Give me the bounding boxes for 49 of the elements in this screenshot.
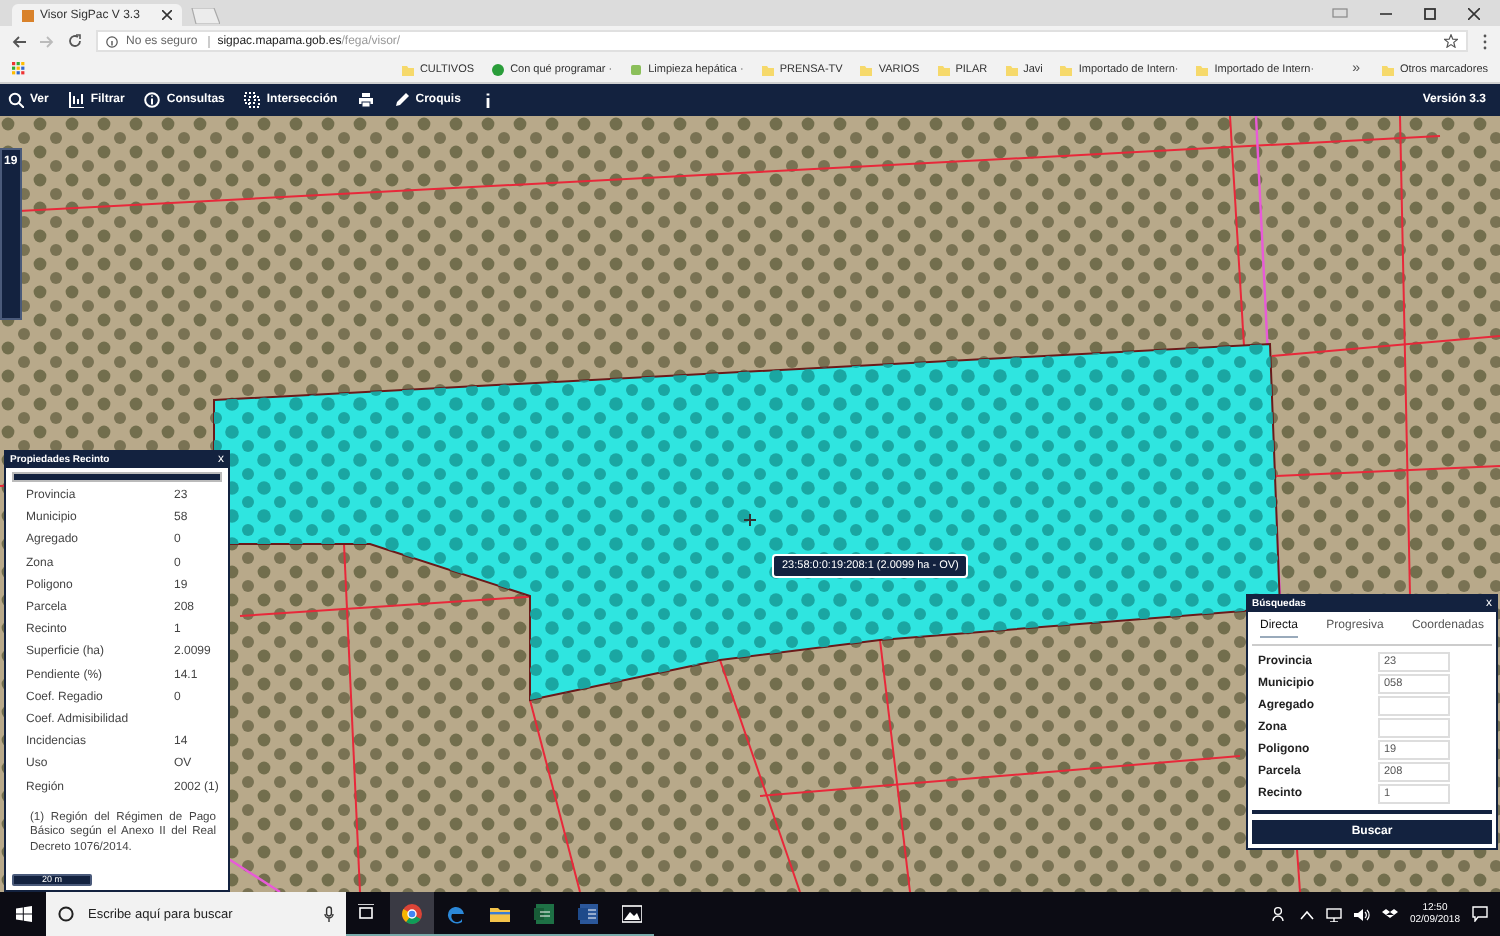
taskbar-app-button[interactable]	[390, 892, 434, 936]
back-arrow-icon[interactable]	[12, 35, 26, 47]
box-icon[interactable]	[1381, 907, 1398, 921]
star-icon[interactable]	[1444, 34, 1458, 48]
leaf-icon	[630, 63, 643, 75]
crosshair-icon	[744, 514, 756, 526]
search-icon	[8, 92, 24, 108]
folder-icon	[1005, 63, 1018, 75]
filter-icon	[68, 92, 85, 108]
chrome-icon	[402, 903, 422, 923]
apps-grid-icon[interactable]	[12, 62, 26, 76]
folder-icon	[401, 63, 414, 75]
document-icon	[578, 903, 598, 923]
forward-arrow-icon	[40, 35, 54, 47]
search-circle-icon	[58, 906, 74, 922]
folder-icon	[490, 903, 510, 923]
print-button[interactable]	[357, 92, 374, 108]
close-icon[interactable]	[1468, 7, 1480, 19]
print-icon	[357, 92, 374, 108]
chevron-up-icon[interactable]	[1299, 909, 1314, 919]
more-options-icon[interactable]	[1482, 33, 1488, 49]
maximize-icon[interactable]	[1424, 7, 1436, 19]
info-icon	[106, 35, 118, 47]
info-icon	[144, 92, 161, 108]
people-icon[interactable]	[1271, 906, 1288, 922]
input-field[interactable]	[1378, 696, 1450, 716]
folder-icon	[761, 63, 774, 75]
spreadsheet-icon	[534, 903, 554, 923]
speaker-icon[interactable]	[1353, 907, 1370, 921]
notification-icon[interactable]	[1472, 906, 1488, 922]
pencil-icon	[393, 92, 410, 108]
monitor-icon[interactable]	[1325, 907, 1342, 921]
folder-icon	[1060, 63, 1073, 75]
windows-start-icon[interactable]	[16, 906, 32, 922]
input-field[interactable]	[1378, 718, 1450, 738]
folder-icon	[1196, 63, 1209, 75]
edge-icon	[446, 903, 466, 923]
reload-icon[interactable]	[68, 34, 82, 48]
folder-icon	[1381, 63, 1394, 75]
folder-icon	[937, 63, 950, 75]
task-view-icon	[358, 903, 378, 923]
circle-icon	[492, 63, 505, 75]
minimize-icon[interactable]	[1380, 7, 1392, 19]
close-icon[interactable]	[162, 10, 172, 20]
microphone-icon[interactable]	[324, 906, 334, 922]
image-icon	[622, 903, 642, 923]
page-icon	[22, 9, 34, 21]
folder-icon	[860, 63, 873, 75]
intersection-icon	[244, 92, 261, 108]
